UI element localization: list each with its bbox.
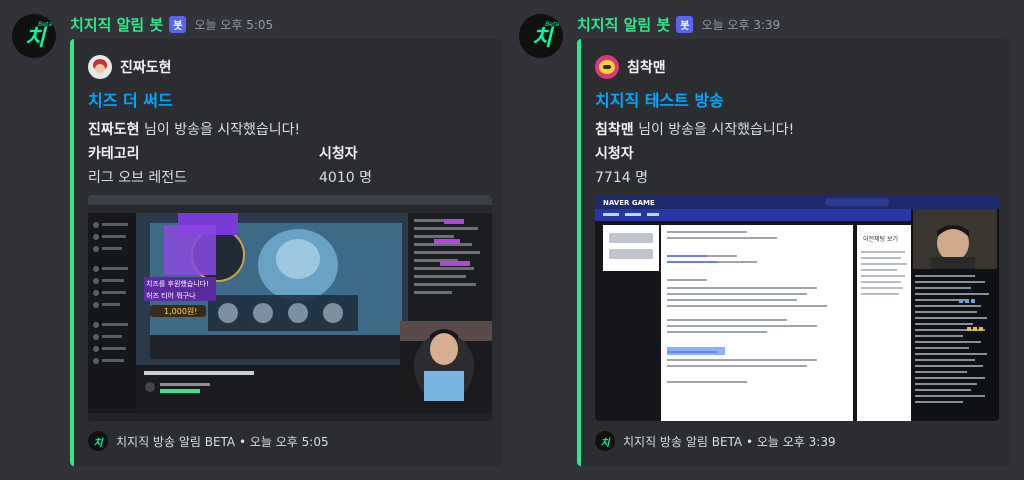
chzzk-logo-icon: 치 xyxy=(595,431,615,451)
stream-thumbnail[interactable]: 1,000원! 치즈를 후원했습니다! 허즈 티어 뭐구나 xyxy=(88,195,492,421)
embed-title-link[interactable]: 치즈 더 써드 xyxy=(88,87,173,111)
embed-card: 침착맨 치지직 테스트 방송 침착맨 님이 방송을 시작했습니다! 시청자 77… xyxy=(577,39,1009,466)
chzzk-logo-icon: 치 xyxy=(88,431,108,451)
author-name[interactable]: 진짜도현 xyxy=(120,57,172,77)
embed-author: 침착맨 xyxy=(595,55,666,79)
timestamp: 오늘 오후 5:05 xyxy=(194,18,274,32)
embed-footer: 치 치지직 방송 알림 BETA • 오늘 오후 3:39 xyxy=(595,431,836,451)
embed-footer: 치 치지직 방송 알림 BETA • 오늘 오후 5:05 xyxy=(88,431,329,451)
field-viewers: 시청자 7714 명 xyxy=(595,143,648,187)
overlay-text: 치즈를 후원했습니다! xyxy=(146,279,209,288)
embed-author: 진짜도현 xyxy=(88,55,172,79)
stream-thumbnail[interactable]: NAVER GAME 이전채팅 보기 xyxy=(595,195,999,421)
chat-title: 이전채팅 보기 xyxy=(863,235,898,243)
description-text: 님이 방송을 시작했습니다! xyxy=(633,122,795,138)
naver-game-brand: NAVER GAME xyxy=(603,199,655,207)
field-viewers: 시청자 4010 명 xyxy=(319,143,372,187)
description-name: 침착맨 xyxy=(595,122,634,138)
overlay-text: 허즈 티어 뭐구나 xyxy=(146,291,196,300)
thumbnail-graphic: NAVER GAME 이전채팅 보기 xyxy=(595,195,999,421)
field-value: 4010 명 xyxy=(319,170,372,186)
author-name[interactable]: 침착맨 xyxy=(627,57,666,77)
embed-title-link[interactable]: 치지직 테스트 방송 xyxy=(595,87,724,111)
donation-amount: 1,000원! xyxy=(164,307,197,316)
field-value: 리그 오브 레전드 xyxy=(88,170,188,186)
beta-mark: Beta xyxy=(545,21,559,28)
description-name: 진짜도현 xyxy=(88,122,140,138)
embed-card: 진짜도현 치즈 더 써드 진짜도현 님이 방송을 시작했습니다! 카테고리 리그… xyxy=(70,39,502,466)
streamer-avatar-icon xyxy=(595,55,619,79)
embed-description: 진짜도현 님이 방송을 시작했습니다! xyxy=(88,119,300,139)
bot-name[interactable]: 치지직 알림 봇 xyxy=(70,14,163,35)
bot-avatar[interactable]: 치 Beta xyxy=(519,14,563,58)
bot-tag: 봇 xyxy=(169,16,187,33)
bot-tag: 봇 xyxy=(676,16,694,33)
field-name: 카테고리 xyxy=(88,146,140,162)
field-name: 시청자 xyxy=(319,146,358,162)
beta-mark: Beta xyxy=(38,21,52,28)
message-1: 치 Beta 치지직 알림 봇 봇 오늘 오후 5:05 진짜도현 치즈 더 써… xyxy=(0,0,505,480)
field-value: 7714 명 xyxy=(595,170,648,186)
message-header: 치지직 알림 봇 봇 오늘 오후 5:05 xyxy=(70,14,273,35)
footer-text: 치지직 방송 알림 BETA • 오늘 오후 3:39 xyxy=(623,434,836,449)
footer-text: 치지직 방송 알림 BETA • 오늘 오후 5:05 xyxy=(116,434,329,449)
field-name: 시청자 xyxy=(595,146,634,162)
field-category: 카테고리 리그 오브 레전드 xyxy=(88,143,187,187)
thumbnail-graphic: 1,000원! 치즈를 후원했습니다! 허즈 티어 뭐구나 xyxy=(88,195,492,421)
message-header: 치지직 알림 봇 봇 오늘 오후 3:39 xyxy=(577,14,780,35)
description-text: 님이 방송을 시작했습니다! xyxy=(139,122,301,138)
bot-name[interactable]: 치지직 알림 봇 xyxy=(577,14,670,35)
bot-avatar[interactable]: 치 Beta xyxy=(12,14,56,58)
message-2: 치 Beta 치지직 알림 봇 봇 오늘 오후 3:39 침착맨 치지직 테스트… xyxy=(507,0,1012,480)
embed-description: 침착맨 님이 방송을 시작했습니다! xyxy=(595,119,794,139)
timestamp: 오늘 오후 3:39 xyxy=(701,18,781,32)
streamer-avatar-icon xyxy=(88,55,112,79)
